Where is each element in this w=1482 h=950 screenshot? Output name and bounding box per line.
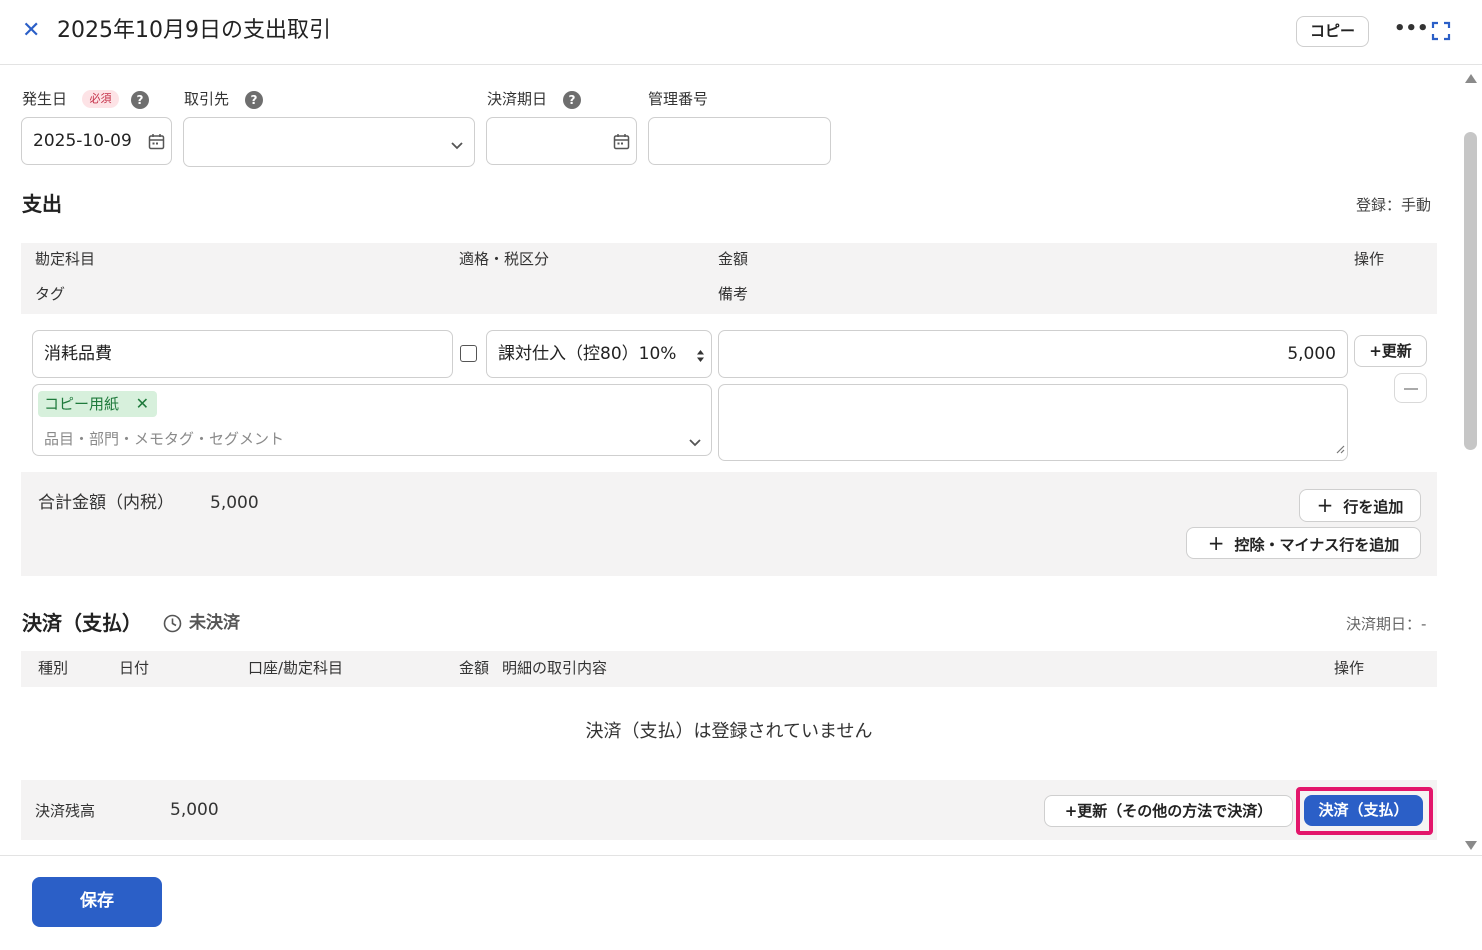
resize-handle-icon[interactable] [1335, 439, 1345, 458]
chevron-down-icon [450, 136, 464, 155]
header-type: 種別 [38, 659, 69, 677]
balance-label: 決済残高 [35, 802, 96, 820]
add-row-label: 行を追加 [1343, 498, 1404, 516]
header-account: 口座/勘定科目 [248, 659, 344, 677]
save-button[interactable]: 保存 [32, 877, 162, 927]
dialog-header: ✕ 2025年10月9日の支出取引 コピー ••• [0, 0, 1482, 65]
add-deduction-row-button[interactable]: + 控除・マイナス行を追加 [1186, 527, 1421, 559]
calendar-icon[interactable] [148, 133, 165, 154]
partner-label: 取引先 [184, 90, 230, 108]
add-row-button[interactable]: + 行を追加 [1299, 489, 1421, 522]
settlement-table-header: 種別 日付 口座/勘定科目 金額 明細の取引内容 操作 [21, 651, 1437, 687]
help-icon[interactable]: ? [131, 91, 149, 109]
management-number-input[interactable] [648, 117, 831, 165]
header-amount: 金額 [718, 250, 749, 268]
header-operations: 操作 [1354, 250, 1385, 268]
header-date: 日付 [119, 659, 150, 677]
amount-input[interactable]: 5,000 [718, 330, 1348, 378]
header-tag: タグ [35, 285, 66, 303]
chevron-down-icon [688, 433, 702, 452]
minus-icon [1404, 388, 1418, 390]
plus-icon: + [1207, 531, 1225, 555]
account-value: 消耗品費 [44, 344, 112, 364]
amount-value: 5,000 [1287, 344, 1336, 364]
scroll-up-arrow[interactable] [1464, 70, 1478, 83]
scrollbar-thumb[interactable] [1464, 132, 1477, 450]
account-input[interactable]: 消耗品費 [32, 330, 453, 378]
date-label: 発生日 [22, 90, 68, 108]
expense-table-header: 勘定科目 適格・税区分 金額 操作 タグ 備考 [21, 243, 1437, 314]
due-date-field[interactable] [486, 117, 637, 165]
partner-select[interactable] [183, 117, 475, 167]
header-remarks: 備考 [718, 285, 749, 303]
remove-tag-icon[interactable]: ✕ [136, 391, 149, 417]
header-account: 勘定科目 [35, 250, 96, 268]
tag-placeholder: 品目・部門・メモタグ・セグメント [44, 430, 285, 448]
dialog-footer: 保存 [0, 855, 1482, 950]
calendar-icon[interactable] [613, 133, 630, 154]
dialog-title: 2025年10月9日の支出取引 [57, 18, 331, 43]
expense-section-title: 支出 [22, 192, 62, 216]
remarks-textarea[interactable] [718, 384, 1348, 461]
tag-chip-label: コピー用紙 [44, 395, 120, 413]
settlement-section-title: 決済（支払） [22, 611, 142, 635]
settlement-due-date: 決済期日：- [1346, 615, 1427, 633]
date-value: 2025-10-09 [33, 131, 132, 151]
settlement-status: 未決済 [189, 613, 240, 633]
fullscreen-icon[interactable] [1431, 20, 1451, 42]
header-tax: 適格・税区分 [459, 250, 550, 268]
remove-row-button[interactable] [1394, 373, 1427, 403]
row-update-button[interactable]: +更新 [1354, 335, 1427, 367]
tax-category-value: 課対仕入（控80）10% [498, 344, 677, 364]
sort-arrows-icon [696, 348, 705, 367]
header-amount: 金額 [459, 659, 490, 677]
help-icon[interactable]: ? [563, 91, 581, 109]
header-operations: 操作 [1334, 659, 1365, 677]
registration-mode: 登録：手動 [1356, 196, 1432, 214]
qualified-invoice-checkbox[interactable] [460, 345, 477, 362]
total-label: 合計金額（内税） [38, 493, 174, 513]
more-icon[interactable]: ••• [1394, 18, 1429, 44]
update-other-method-button[interactable]: +更新（その他の方法で決済） [1044, 795, 1293, 827]
help-icon[interactable]: ? [245, 91, 263, 109]
copy-button[interactable]: コピー [1296, 16, 1369, 47]
close-icon[interactable]: ✕ [22, 19, 44, 43]
total-area: 合計金額（内税） 5,000 [21, 472, 1437, 576]
balance-value: 5,000 [170, 800, 219, 820]
tag-chip: コピー用紙 ✕ [38, 391, 157, 417]
header-details: 明細の取引内容 [502, 659, 608, 677]
scroll-down-arrow[interactable] [1464, 836, 1478, 850]
settlement-empty-message: 決済（支払）は登録されていません [585, 721, 873, 742]
date-field[interactable]: 2025-10-09 [21, 117, 172, 165]
tax-category-select[interactable]: 課対仕入（控80）10% [486, 330, 712, 378]
plus-icon: + [1316, 493, 1334, 517]
add-deduction-label: 控除・マイナス行を追加 [1234, 536, 1400, 554]
due-date-label: 決済期日 [487, 90, 548, 108]
clock-icon [163, 614, 182, 637]
required-badge: 必須 [82, 90, 119, 108]
pay-button[interactable]: 決済（支払） [1304, 795, 1423, 826]
total-value: 5,000 [210, 493, 259, 513]
management-number-label: 管理番号 [648, 90, 709, 108]
